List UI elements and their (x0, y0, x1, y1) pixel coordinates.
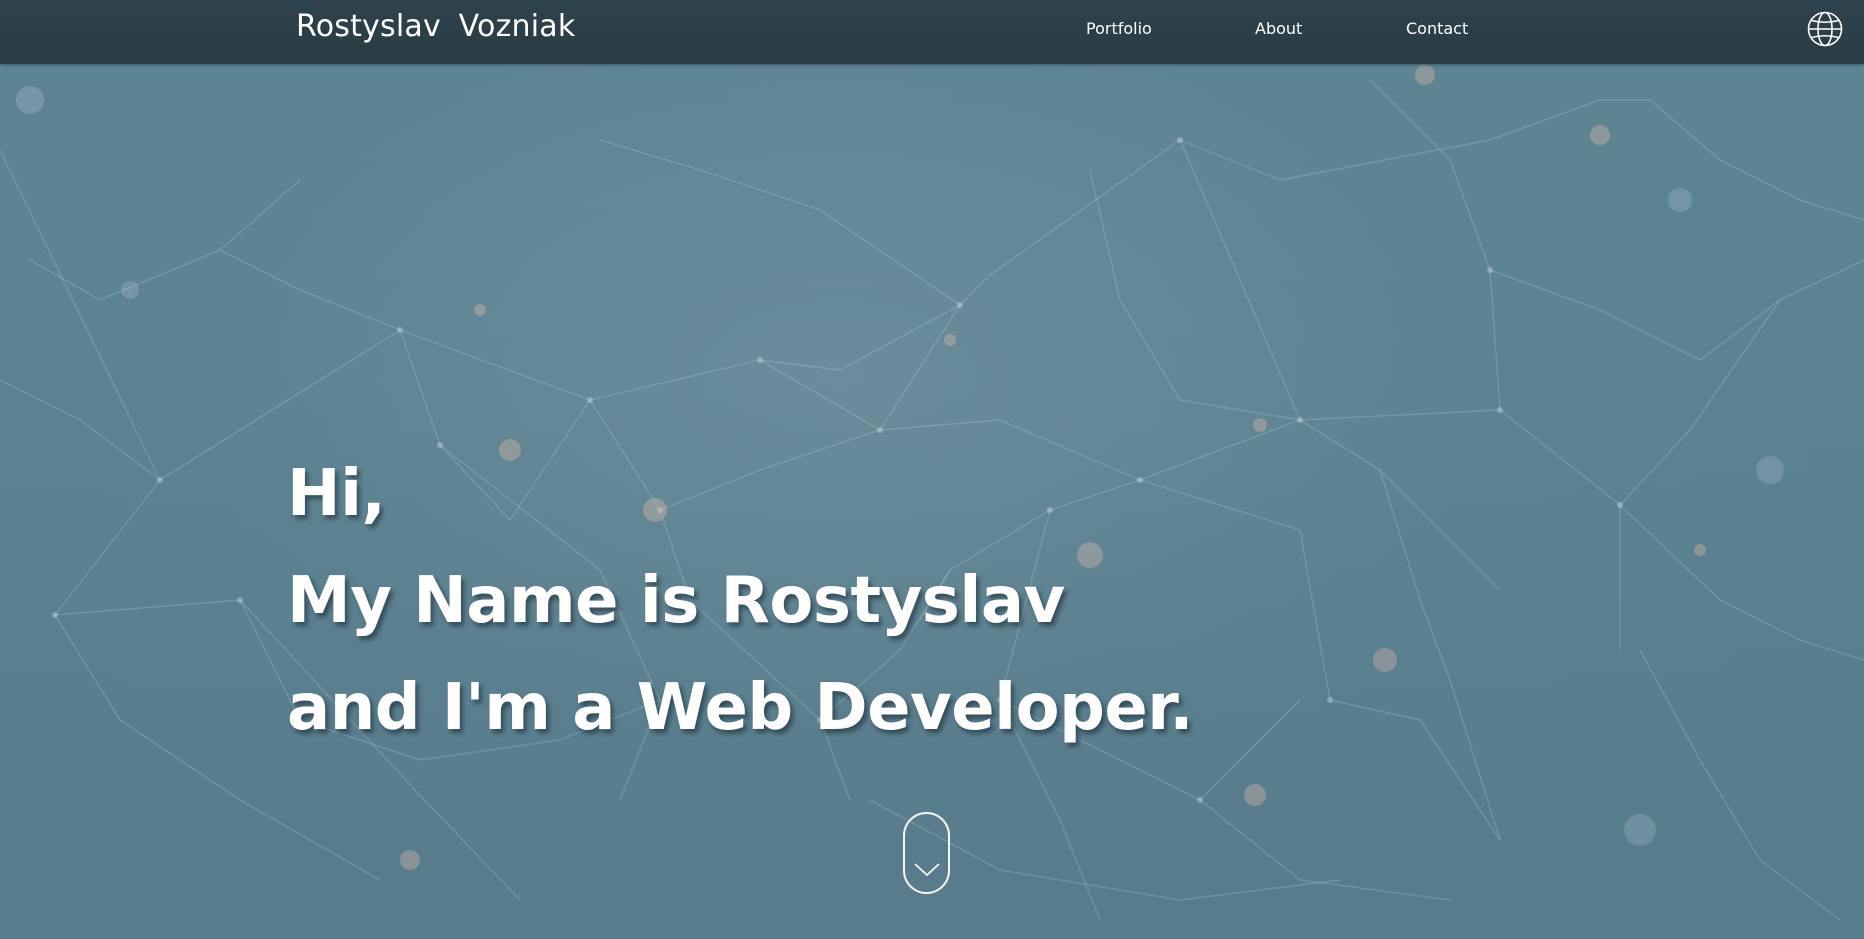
nav-link-contact[interactable]: Contact (1406, 19, 1468, 38)
top-navbar: Rostyslav Vozniak Portfolio About Contac… (0, 0, 1864, 64)
nav-link-portfolio[interactable]: Portfolio (1086, 19, 1152, 38)
hero-line-greeting: Hi, (287, 457, 386, 531)
nav-link-about[interactable]: About (1255, 19, 1302, 38)
globe-icon[interactable] (1806, 10, 1844, 48)
hero-line-name: My Name is Rostyslav (287, 564, 1065, 638)
chevron-down-icon (914, 863, 940, 877)
page: Rostyslav Vozniak Portfolio About Contac… (0, 0, 1864, 939)
site-brand[interactable]: Rostyslav Vozniak (296, 9, 575, 44)
scroll-down-button[interactable] (903, 812, 950, 894)
hero-line-role: and I'm a Web Developer. (287, 671, 1194, 745)
hero-heading: Hi, My Name is Rostyslav and I'm a Web D… (287, 441, 1194, 762)
